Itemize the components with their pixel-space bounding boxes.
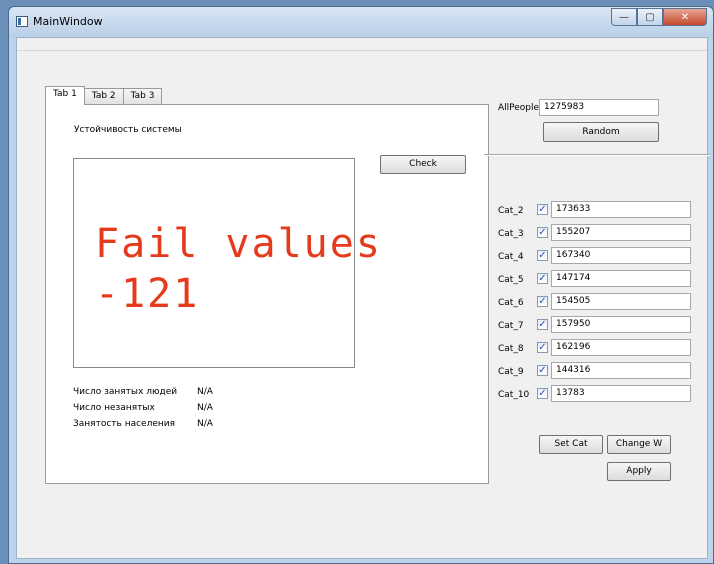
maximize-button[interactable]: ▢ [637,8,663,26]
stat-value-unemployed: N/A [197,403,213,413]
close-button[interactable]: ✕ [663,8,707,26]
cat-label: Cat_3 [498,229,524,239]
stat-label-employment-rate: Занятость населения [73,419,176,429]
cat-checkbox[interactable]: ✓ [537,296,548,307]
tab-1-panel: Устойчивость системы Fail values -121 Ch… [45,104,489,484]
cat-value-field[interactable]: 162196 [551,339,691,356]
app-icon [16,16,28,27]
cat-label: Cat_10 [498,390,530,400]
cat-value-field[interactable]: 155207 [551,224,691,241]
tab-2[interactable]: Tab 2 [83,88,124,104]
cat-checkbox[interactable]: ✓ [537,204,548,215]
check-button[interactable]: Check [380,155,466,174]
main-window: MainWindow — ▢ ✕ Tab 1 Tab 2 Tab 3 Устой… [8,6,714,564]
cat-label: Cat_5 [498,275,524,285]
cat-checkbox[interactable]: ✓ [537,319,548,330]
system-stability-label: Устойчивость системы [74,125,182,135]
set-cat-button[interactable]: Set Cat [539,435,603,454]
cat-value-field[interactable]: 173633 [551,201,691,218]
change-w-button[interactable]: Change W [607,435,671,454]
random-button[interactable]: Random [543,122,659,142]
allpeople-field[interactable]: 1275983 [539,99,659,116]
cat-checkbox[interactable]: ✓ [537,342,548,353]
cat-checkbox[interactable]: ✓ [537,250,548,261]
tab-3[interactable]: Tab 3 [122,88,163,104]
stat-label-unemployed: Число незанятых [73,403,155,413]
fail-count-text: -121 [95,271,200,317]
menubar-divider [17,50,707,51]
minimize-button[interactable]: — [611,8,637,26]
right-panel-separator [484,154,710,156]
cat-value-field[interactable]: 167340 [551,247,691,264]
cat-label: Cat_8 [498,344,524,354]
cat-value-field[interactable]: 144316 [551,362,691,379]
window-title: MainWindow [33,15,103,28]
cat-value-field[interactable]: 13783 [551,385,691,402]
cat-value-field[interactable]: 147174 [551,270,691,287]
cat-checkbox[interactable]: ✓ [537,273,548,284]
caption-buttons: — ▢ ✕ [611,8,707,26]
result-display: Fail values -121 [73,158,380,368]
tab-1[interactable]: Tab 1 [45,86,85,105]
cat-label: Cat_6 [498,298,524,308]
cat-checkbox[interactable]: ✓ [537,365,548,376]
fail-values-text: Fail values [95,221,382,267]
tab-bar: Tab 1 Tab 2 Tab 3 [45,86,163,105]
stat-label-employed: Число занятых людей [73,387,178,397]
stat-value-employed: N/A [197,387,213,397]
cat-value-field[interactable]: 154505 [551,293,691,310]
apply-button[interactable]: Apply [607,462,671,481]
cat-label: Cat_2 [498,206,524,216]
stat-value-employment-rate: N/A [197,419,213,429]
client-area: Tab 1 Tab 2 Tab 3 Устойчивость системы F… [16,37,710,559]
cat-value-field[interactable]: 157950 [551,316,691,333]
cat-checkbox[interactable]: ✓ [537,388,548,399]
cat-label: Cat_4 [498,252,524,262]
allpeople-label: AllPeople [498,103,540,113]
cat-label: Cat_7 [498,321,524,331]
cat-checkbox[interactable]: ✓ [537,227,548,238]
cat-label: Cat_9 [498,367,524,377]
title-bar[interactable]: MainWindow — ▢ ✕ [9,7,713,37]
